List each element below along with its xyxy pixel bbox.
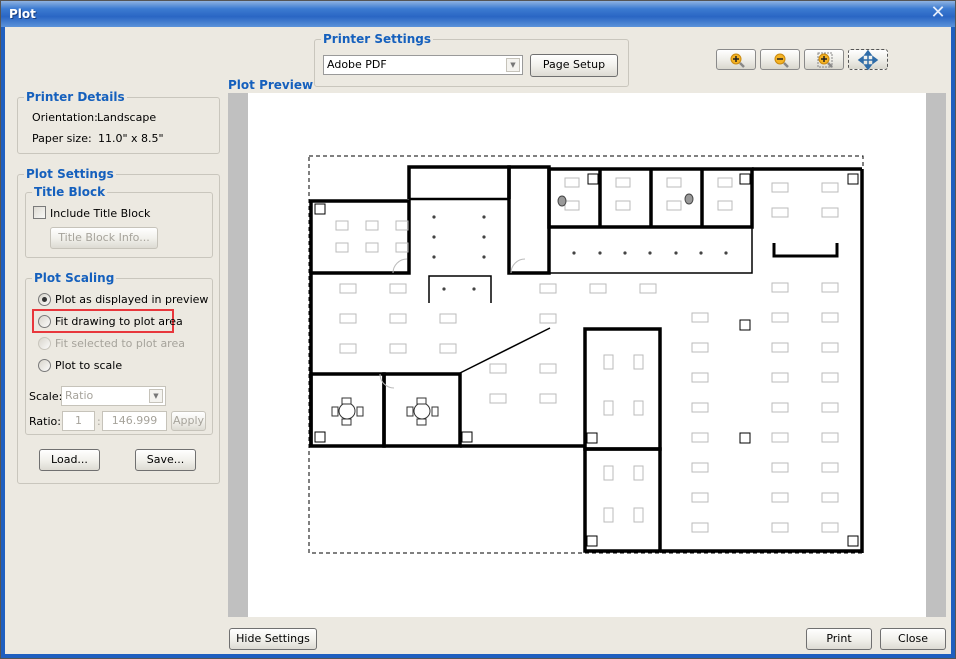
window-frame-right bbox=[951, 27, 955, 658]
fit-drawing-label[interactable]: Fit drawing to plot area bbox=[55, 315, 183, 328]
ratio-right-input[interactable]: 146.999 bbox=[102, 411, 167, 431]
apply-button[interactable]: Apply bbox=[171, 411, 206, 431]
load-button[interactable]: Load... bbox=[39, 449, 100, 471]
chevron-down-icon: ▼ bbox=[506, 58, 520, 72]
close-icon[interactable]: ✕ bbox=[929, 4, 947, 23]
column-markers bbox=[557, 193, 694, 207]
thin-lines bbox=[428, 226, 753, 374]
orientation-label: Orientation: bbox=[32, 111, 98, 124]
plot-as-displayed-label[interactable]: Plot as displayed in preview bbox=[55, 293, 208, 306]
fit-drawing-radio[interactable] bbox=[38, 315, 51, 328]
plot-as-displayed-radio[interactable] bbox=[38, 293, 51, 306]
window-title: Plot bbox=[9, 7, 36, 21]
scale-select[interactable]: Ratio ▼ bbox=[61, 386, 166, 406]
ratio-left-input[interactable]: 1 bbox=[62, 411, 95, 431]
zoom-window-icon bbox=[817, 52, 833, 68]
window-frame-bottom bbox=[1, 654, 955, 658]
paper-size-label: Paper size: bbox=[32, 132, 92, 145]
pan-button[interactable] bbox=[848, 49, 888, 71]
plot-to-scale-radio[interactable] bbox=[38, 359, 51, 372]
ratio-label: Ratio: bbox=[29, 415, 61, 428]
print-button[interactable]: Print bbox=[806, 628, 872, 650]
printer-details-heading: Printer Details bbox=[24, 90, 127, 104]
preview-paper[interactable] bbox=[248, 93, 926, 617]
fit-selected-label: Fit selected to plot area bbox=[55, 337, 185, 350]
printer-settings-heading: Printer Settings bbox=[321, 32, 433, 46]
printer-select[interactable]: Adobe PDF ▼ bbox=[323, 55, 523, 75]
printer-details-group: Printer Details bbox=[17, 90, 220, 154]
plot-settings-heading: Plot Settings bbox=[24, 167, 116, 181]
title-block-info-button[interactable]: Title Block Info... bbox=[50, 227, 158, 249]
page-setup-button[interactable]: Page Setup bbox=[530, 54, 618, 77]
plot-dialog: Plot ✕ Printer Details Orientation: Land… bbox=[0, 0, 956, 659]
scale-select-value: Ratio bbox=[65, 389, 94, 402]
pan-icon bbox=[857, 49, 879, 71]
plot-preview-heading: Plot Preview bbox=[228, 78, 314, 92]
walls bbox=[309, 165, 864, 553]
orientation-value: Landscape bbox=[97, 111, 157, 124]
zoom-in-button[interactable] bbox=[716, 49, 756, 70]
save-button[interactable]: Save... bbox=[135, 449, 196, 471]
plot-scaling-heading: Plot Scaling bbox=[32, 271, 117, 285]
chevron-down-icon: ▼ bbox=[149, 389, 163, 403]
hide-settings-button[interactable]: Hide Settings bbox=[229, 628, 317, 650]
zoom-in-icon bbox=[730, 53, 745, 68]
zoom-window-button[interactable] bbox=[804, 49, 844, 70]
ratio-separator: : bbox=[97, 415, 101, 428]
title-block-heading: Title Block bbox=[32, 185, 108, 199]
fit-selected-radio[interactable] bbox=[38, 337, 51, 350]
include-title-block-label[interactable]: Include Title Block bbox=[50, 207, 150, 220]
close-button[interactable]: Close bbox=[880, 628, 946, 650]
include-title-block-checkbox[interactable] bbox=[33, 206, 46, 219]
floor-plan-drawing bbox=[308, 155, 864, 554]
printer-select-value: Adobe PDF bbox=[327, 58, 387, 71]
zoom-out-button[interactable] bbox=[760, 49, 800, 70]
paper-size-value: 11.0" x 8.5" bbox=[98, 132, 164, 145]
plot-to-scale-label[interactable]: Plot to scale bbox=[55, 359, 122, 372]
zoom-out-icon bbox=[774, 53, 789, 68]
scale-label: Scale: bbox=[29, 390, 63, 403]
title-bar[interactable]: Plot ✕ bbox=[1, 1, 955, 27]
window-frame-left bbox=[1, 27, 5, 658]
desk-furniture bbox=[335, 177, 839, 533]
plot-preview-area[interactable] bbox=[228, 93, 946, 617]
preview-scrollbar[interactable] bbox=[926, 93, 946, 617]
